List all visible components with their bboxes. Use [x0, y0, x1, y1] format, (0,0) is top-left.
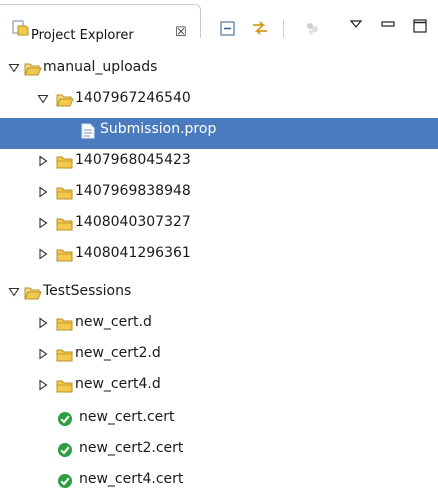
- tree-item-new-cert2-cert[interactable]: new_cert2.cert: [0, 437, 438, 468]
- tree-item-label: 1408040307327: [75, 214, 191, 230]
- tree-item-label: 1407969838948: [75, 183, 191, 199]
- tree-item-label: 1408041296361: [75, 245, 191, 261]
- close-icon[interactable]: ☒: [175, 25, 187, 40]
- tree-item-new-cert4-d[interactable]: new_cert4.d: [0, 373, 438, 404]
- chevron-right-icon[interactable]: [37, 217, 49, 229]
- tree-item-1408040307327[interactable]: 1408040307327: [0, 211, 438, 242]
- open-folder-icon: [24, 63, 42, 76]
- tree-item-label: new_cert2.cert: [79, 440, 184, 456]
- check-circle-icon: [58, 474, 72, 488]
- collapse-all-icon[interactable]: [217, 18, 237, 38]
- tree-item-label: 1407968045423: [75, 152, 191, 168]
- chevron-down-icon[interactable]: [37, 93, 49, 105]
- tree-item-label: new_cert2.d: [75, 345, 161, 361]
- chevron-down-icon[interactable]: [8, 286, 20, 298]
- disabled-action-icon[interactable]: [302, 18, 322, 38]
- tree-item-submission-prop[interactable]: Submission.prop: [0, 118, 438, 149]
- tree-item-label: new_cert.d: [75, 314, 152, 330]
- link-with-editor-icon[interactable]: [250, 18, 270, 38]
- check-circle-icon: [58, 412, 72, 426]
- tree-item-new-cert4-cert[interactable]: new_cert4.cert: [0, 468, 438, 499]
- chevron-right-icon[interactable]: [37, 379, 49, 391]
- file-icon: [81, 123, 95, 139]
- tree-item-1407968045423[interactable]: 1407968045423: [0, 149, 438, 180]
- toolbar-separator: [283, 20, 284, 38]
- tree-item-label: new_cert4.cert: [79, 471, 184, 487]
- folder-icon: [56, 349, 73, 362]
- chevron-right-icon[interactable]: [37, 186, 49, 198]
- tree-item-label: new_cert4.d: [75, 376, 161, 392]
- tree-item-manual-uploads[interactable]: manual_uploads: [0, 56, 438, 87]
- tree-item-1407969838948[interactable]: 1407969838948: [0, 180, 438, 211]
- folder-icon: [56, 318, 73, 331]
- view-menu-icon[interactable]: [346, 14, 366, 34]
- check-circle-icon: [58, 443, 72, 457]
- open-folder-icon: [56, 94, 74, 107]
- chevron-right-icon[interactable]: [37, 155, 49, 167]
- tree-item-testsessions[interactable]: TestSessions: [0, 280, 438, 311]
- chevron-down-icon[interactable]: [8, 62, 20, 74]
- tree-item-label: Submission.prop: [100, 121, 217, 137]
- minimize-icon[interactable]: [378, 14, 398, 34]
- maximize-icon[interactable]: [410, 16, 430, 36]
- view-header: Project Explorer ☒: [0, 0, 438, 43]
- project-explorer-tab[interactable]: Project Explorer ☒: [0, 4, 201, 43]
- folder-icon: [56, 380, 73, 393]
- tree-item-label: 1407967246540: [75, 90, 191, 106]
- folder-icon: [56, 249, 73, 262]
- tree-item-label: TestSessions: [43, 283, 132, 299]
- tree-item-label: new_cert.cert: [79, 409, 175, 425]
- chevron-right-icon[interactable]: [37, 317, 49, 329]
- chevron-right-icon[interactable]: [37, 248, 49, 260]
- tree-item-new-cert-cert[interactable]: new_cert.cert: [0, 406, 438, 437]
- tree-item-label: manual_uploads: [43, 59, 158, 75]
- open-folder-icon: [24, 287, 42, 300]
- project-explorer-icon: [12, 20, 29, 36]
- chevron-right-icon[interactable]: [37, 348, 49, 360]
- folder-icon: [56, 218, 73, 231]
- tree-item-new-cert2-d[interactable]: new_cert2.d: [0, 342, 438, 373]
- tree-item-1407967246540[interactable]: 1407967246540: [0, 87, 438, 118]
- tree-item-new-cert-d[interactable]: new_cert.d: [0, 311, 438, 342]
- tree-item-1408041296361[interactable]: 1408041296361: [0, 242, 438, 273]
- tab-title: Project Explorer: [31, 28, 134, 43]
- folder-icon: [56, 156, 73, 169]
- folder-icon: [56, 187, 73, 200]
